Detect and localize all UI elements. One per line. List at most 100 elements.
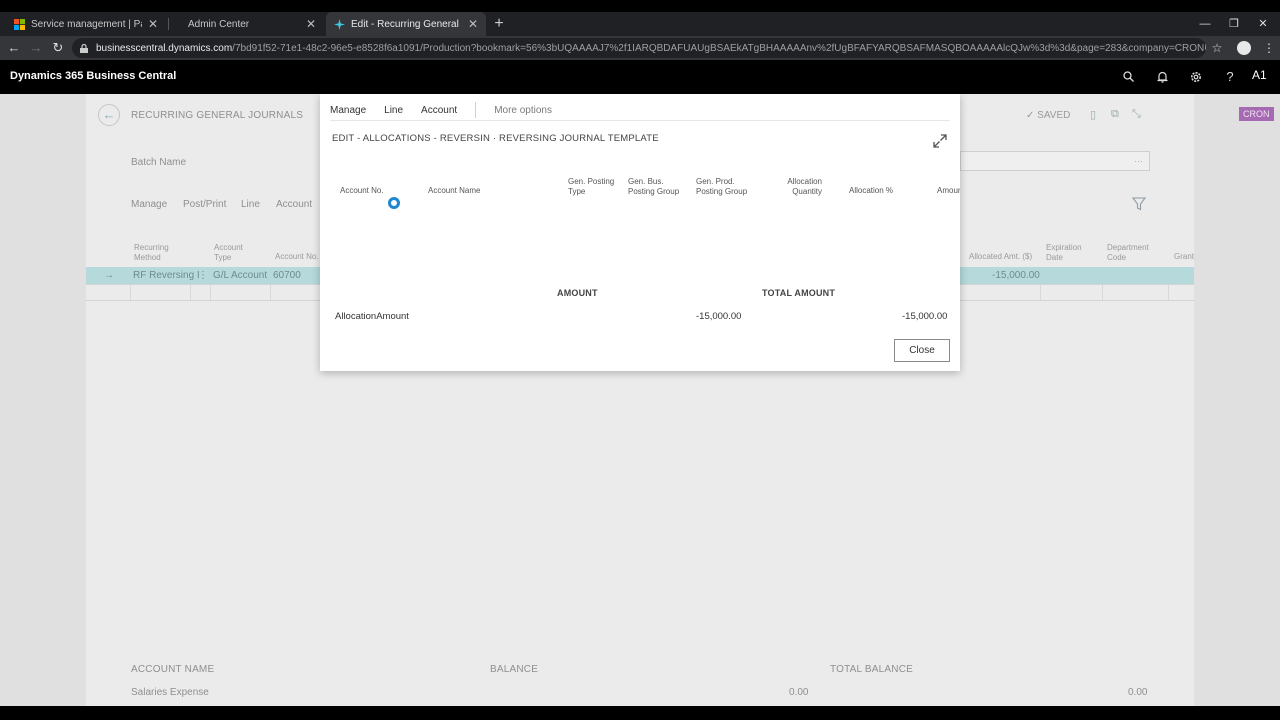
expand-icon[interactable] xyxy=(932,133,948,149)
col-gen-bus-posting-group[interactable]: Gen. Bus. Posting Group xyxy=(628,177,684,197)
browser-menu-icon[interactable]: ⋮ xyxy=(1258,36,1280,60)
forward-arrow-icon[interactable]: → xyxy=(26,36,46,60)
row-arrow-icon: → xyxy=(104,270,114,281)
tab-title: Service management | Partner Ce xyxy=(31,18,142,30)
profile-avatar[interactable] xyxy=(1237,41,1251,55)
bookmark-icon[interactable]: ▯ xyxy=(1090,108,1104,122)
back-arrow-icon[interactable]: ← xyxy=(4,36,24,60)
footer-total-balance-caption: TOTAL BALANCE xyxy=(830,664,913,675)
browser-tab-edit-recurring[interactable]: Edit - Recurring General Journals ✕ xyxy=(326,12,486,36)
loading-spinner-icon xyxy=(388,197,400,209)
microsoft-logo-icon xyxy=(14,18,25,30)
dialog-menu-account[interactable]: Account xyxy=(421,105,457,116)
col-account-type[interactable]: Account Type xyxy=(214,243,254,263)
company-badge[interactable]: CRON xyxy=(1239,107,1274,121)
dialog-menu-line[interactable]: Line xyxy=(384,105,403,116)
batch-name-label: Batch Name xyxy=(131,157,187,168)
col-recurring-method[interactable]: Recurring Method xyxy=(134,243,184,263)
dialog-divider xyxy=(330,120,950,121)
saved-status: ✓ SAVED xyxy=(1026,110,1071,121)
restore-icon[interactable]: ❐ xyxy=(1219,12,1249,36)
filter-icon[interactable] xyxy=(1132,197,1146,211)
browser-tabstrip: Service management | Partner Ce ✕ Admin … xyxy=(0,12,1280,36)
search-icon[interactable] xyxy=(1118,67,1138,87)
grid-cell-border xyxy=(270,285,271,300)
footer-balance: 0.00 xyxy=(789,687,809,698)
total-amount-caption: TOTAL AMOUNT xyxy=(762,288,836,298)
grid-cell-border xyxy=(210,285,211,300)
tab-close-icon[interactable]: ✕ xyxy=(468,17,478,31)
menu-separator xyxy=(475,102,477,118)
col-department-code[interactable]: Department Code xyxy=(1107,243,1157,263)
col-allocated-amt[interactable]: Allocated Amt. ($) xyxy=(969,252,1032,262)
row-account-no[interactable]: 60700 xyxy=(273,270,301,281)
menu-line[interactable]: Line xyxy=(241,199,260,210)
row-account-type[interactable]: G/L Account xyxy=(213,270,267,281)
grid-cell-border xyxy=(190,285,191,300)
dialog-title: EDIT - ALLOCATIONS - REVERSIN · REVERSIN… xyxy=(332,133,659,144)
tab-title: Edit - Recurring General Journals xyxy=(351,18,462,30)
saved-label: SAVED xyxy=(1037,110,1071,121)
bookmark-star-icon[interactable]: ☆ xyxy=(1206,36,1228,60)
tab-separator xyxy=(168,18,169,30)
new-tab-button[interactable]: + xyxy=(492,12,506,36)
col-allocation-quantity[interactable]: Allocation Quantity xyxy=(776,177,822,197)
grid-cell-border xyxy=(1102,285,1103,300)
col-account-name[interactable]: Account Name xyxy=(428,186,480,196)
url-host: businesscentral.dynamics.com xyxy=(96,42,233,54)
dynamics-icon xyxy=(334,18,345,30)
col-account-no[interactable]: Account No. xyxy=(275,252,319,262)
footer-total-balance: 0.00 xyxy=(1128,687,1148,698)
browser-tab-service-management[interactable]: Service management | Partner Ce ✕ xyxy=(6,12,166,36)
menu-manage[interactable]: Manage xyxy=(131,199,167,210)
collapse-icon[interactable]: ⤡ xyxy=(1132,108,1146,122)
col-amount[interactable]: Amount xyxy=(937,186,960,196)
page-title: RECURRING GENERAL JOURNALS xyxy=(131,110,304,121)
screen-bottom-bar xyxy=(0,706,1280,720)
reload-icon[interactable]: ↻ xyxy=(48,36,68,60)
minimize-icon[interactable]: — xyxy=(1190,12,1220,36)
row-allocated-amt[interactable]: -15,000.00 xyxy=(992,270,1040,281)
allocation-amount-value: -15,000.00 xyxy=(696,311,742,322)
amount-caption: AMOUNT xyxy=(557,288,598,298)
row-recurring-method[interactable]: RF Reversing I xyxy=(133,270,200,281)
bell-icon[interactable] xyxy=(1152,67,1172,87)
col-expiration-date[interactable]: Expiration Date xyxy=(1046,243,1086,263)
menu-post-print[interactable]: Post/Print xyxy=(183,199,226,210)
grid-cell-border xyxy=(1168,285,1169,300)
dialog-more-options[interactable]: More options xyxy=(494,105,552,116)
browser-tab-admin-center[interactable]: Admin Center ✕ xyxy=(180,12,324,36)
col-gen-prod-posting-group[interactable]: Gen. Prod. Posting Group xyxy=(696,177,752,197)
col-allocation-pct[interactable]: Allocation % xyxy=(849,186,893,196)
tab-title: Admin Center xyxy=(188,18,250,30)
close-button[interactable]: Close xyxy=(894,339,950,362)
row-actions-icon[interactable]: ⋮ xyxy=(198,270,208,281)
col-gen-posting-type[interactable]: Gen. Posting Type xyxy=(568,177,618,197)
allocations-dialog: Manage Line Account More options EDIT - … xyxy=(320,94,960,371)
dialog-menu-manage[interactable]: Manage xyxy=(330,105,366,116)
lock-icon xyxy=(80,43,88,53)
address-bar[interactable]: businesscentral.dynamics.com /7bd91f52-7… xyxy=(72,38,1206,58)
menu-account[interactable]: Account xyxy=(276,199,312,210)
grid-cell-border xyxy=(1040,285,1041,300)
allocation-amount-label: AllocationAmount xyxy=(335,311,409,322)
url-path: /7bd91f52-71e1-48c2-96e5-e8528f6a1091/Pr… xyxy=(232,42,1206,54)
batch-name-field[interactable]: ··· xyxy=(960,151,1150,171)
app-name: Dynamics 365 Business Central xyxy=(10,70,177,82)
browser-toolbar: ← → ↻ businesscentral.dynamics.com /7bd9… xyxy=(0,36,1280,60)
grid-cell-border xyxy=(130,285,131,300)
footer-account-name-caption: ACCOUNT NAME xyxy=(131,664,215,675)
tab-close-icon[interactable]: ✕ xyxy=(306,17,316,31)
dialog-action-bar: Manage Line Account More options xyxy=(330,102,570,118)
back-button[interactable]: ← xyxy=(98,104,120,126)
window-close-icon[interactable]: ✕ xyxy=(1248,12,1278,36)
footer-balance-caption: BALANCE xyxy=(490,664,539,675)
col-account-no[interactable]: Account No. xyxy=(340,186,384,196)
gear-icon[interactable] xyxy=(1186,67,1206,87)
open-new-window-icon[interactable]: ⧉ xyxy=(1111,108,1125,122)
footer-account-name: Salaries Expense xyxy=(131,687,209,698)
col-grant[interactable]: Grant xyxy=(1174,252,1194,262)
tab-close-icon[interactable]: ✕ xyxy=(148,17,158,31)
user-initials-avatar[interactable]: A1 xyxy=(1252,68,1267,82)
help-icon[interactable]: ? xyxy=(1220,67,1240,87)
